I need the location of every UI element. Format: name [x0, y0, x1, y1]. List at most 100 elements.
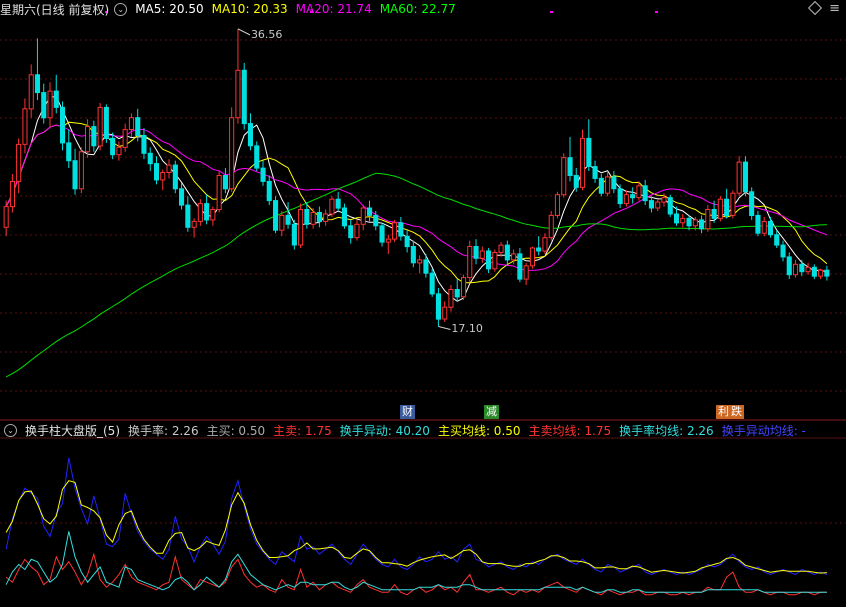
candle-body — [448, 289, 454, 308]
candle-body — [761, 220, 767, 234]
candle-body — [135, 117, 141, 136]
candle-body — [72, 160, 78, 190]
ma20-label: MA20: 21.74 — [295, 2, 372, 16]
candle-body — [423, 259, 429, 274]
candle-body — [116, 146, 122, 156]
ma10-line — [5, 121, 828, 284]
candle-body — [648, 200, 655, 209]
ma20-line — [5, 124, 828, 271]
candle-body — [222, 175, 228, 190]
event-marker-earnings[interactable]: 财 — [400, 405, 415, 419]
candle-body — [473, 246, 479, 259]
event-marker-drop[interactable]: 跌 — [729, 405, 744, 419]
candle-body — [128, 117, 134, 130]
candle-body — [160, 172, 166, 181]
candle-body — [210, 209, 216, 221]
candle-body — [260, 167, 266, 182]
volume-indicator-lines — [5, 457, 828, 596]
event-marker-reduce[interactable]: 减 — [484, 405, 499, 419]
candle-body — [793, 263, 799, 276]
candle-body — [229, 117, 235, 190]
candle-body — [786, 256, 792, 276]
main-sell-ma-label: 主卖均线: 1.75 — [528, 423, 612, 438]
menu-icon[interactable]: ≡ — [829, 1, 840, 16]
candle-body — [348, 225, 354, 239]
candle-body — [442, 306, 448, 320]
candle-body — [266, 180, 272, 202]
candle-body — [298, 209, 304, 246]
candle-body — [154, 163, 160, 181]
candle-body — [3, 206, 9, 228]
candle-body — [417, 259, 423, 264]
turnover-anomaly-label: 换手异动: 40.20 — [339, 423, 430, 438]
chevron-down-icon[interactable]: ⌄ — [4, 423, 17, 437]
candle-body — [717, 198, 723, 219]
candle-body — [749, 191, 755, 217]
candle-body — [598, 177, 604, 194]
candle-body — [122, 129, 128, 148]
candle-body — [529, 247, 536, 267]
candle-body — [103, 106, 109, 140]
candle-body — [41, 92, 47, 119]
indicator-name[interactable]: 换手柱大盘版_(5) — [25, 422, 120, 439]
candle-body — [742, 161, 749, 193]
candle-body — [617, 188, 623, 205]
chevron-down-icon[interactable]: ⌄ — [114, 2, 128, 16]
candle-body — [429, 272, 435, 295]
candle-body — [799, 263, 805, 273]
candle-body — [147, 152, 153, 165]
main-chart-header: 星期六(日线 前复权) ⌄ MA5: 20.50 MA10: 20.33 MA2… — [0, 0, 464, 18]
turnover-ma-label: 换手率均线: 2.26 — [619, 423, 714, 438]
period-label[interactable]: 星期六(日线 前复权) — [0, 1, 109, 18]
candle-body — [667, 197, 673, 215]
candle-body — [561, 157, 567, 196]
turnover-label: 换手率: 2.26 — [128, 423, 199, 438]
candle-body — [655, 201, 661, 209]
candle-body — [335, 198, 341, 209]
candle-body — [197, 203, 203, 222]
candle-body — [755, 214, 761, 234]
candle-body — [605, 176, 611, 194]
candle-body — [680, 217, 686, 224]
candle-body — [536, 247, 542, 252]
candle-body — [354, 223, 360, 239]
candle-body — [686, 217, 692, 227]
candle-body — [373, 214, 379, 227]
ma60-label: MA60: 22.77 — [379, 2, 456, 16]
candle-body — [592, 166, 598, 179]
candle-body — [241, 69, 247, 125]
candle-body — [323, 213, 329, 222]
candle-body — [60, 106, 66, 144]
candle-body — [511, 253, 517, 261]
candle-body — [28, 74, 34, 110]
candle-body — [467, 246, 473, 279]
candle-body — [235, 69, 241, 119]
candle-body — [542, 237, 548, 252]
candle-body — [780, 244, 786, 258]
candle-body — [580, 137, 586, 188]
hi-lo-arrows — [237, 28, 451, 330]
candle-body — [724, 198, 730, 216]
candle-body — [172, 164, 178, 190]
candle-body — [567, 157, 573, 176]
candle-body — [454, 289, 460, 298]
candle-body — [34, 74, 41, 94]
candle-body — [554, 194, 561, 216]
main-buy-label: 主买: 0.50 — [206, 423, 266, 438]
candle-body — [247, 123, 253, 147]
ma60-line — [5, 172, 827, 378]
candle-body — [316, 212, 322, 222]
candle-body — [818, 269, 824, 277]
low-price-label: 17.10 — [451, 322, 483, 336]
candle-body — [91, 126, 97, 147]
candle-body — [498, 244, 504, 254]
candle-body — [204, 203, 210, 221]
candle-body — [699, 219, 705, 230]
candle-body — [78, 151, 84, 190]
low-arrow — [438, 326, 451, 330]
candle-body — [504, 244, 510, 261]
price-chart[interactable] — [0, 0, 846, 607]
candle-body — [216, 175, 222, 211]
candle-body — [630, 194, 636, 199]
candle-body — [774, 234, 780, 246]
